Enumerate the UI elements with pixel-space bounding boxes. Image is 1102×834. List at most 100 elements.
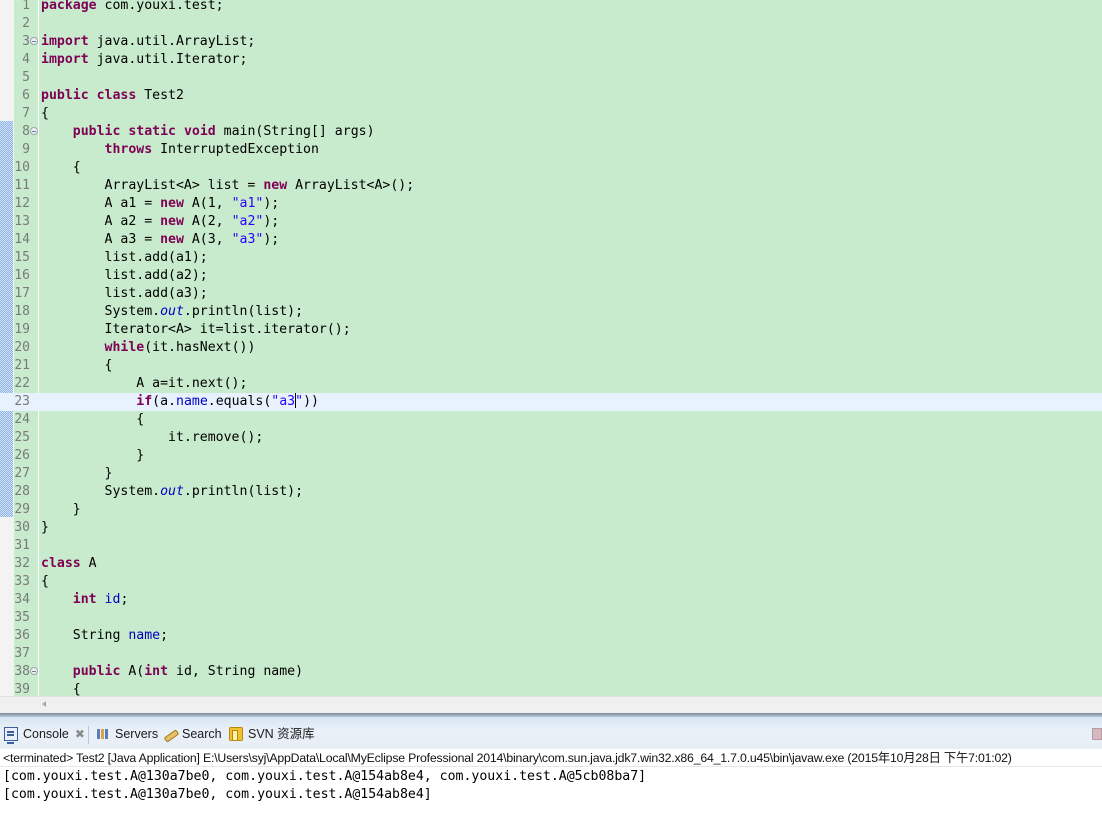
- code-line[interactable]: 12 A a1 = new A(1, "a1");: [0, 195, 1102, 213]
- servers-icon: [96, 727, 110, 741]
- line-number: 14: [14, 232, 30, 247]
- code-line[interactable]: 20 while(it.hasNext()): [0, 339, 1102, 357]
- line-number: 24: [14, 412, 30, 427]
- line-number: 39: [14, 682, 30, 696]
- code-text: Iterator<A> it=list.iterator();: [41, 322, 351, 337]
- line-number: 2: [22, 16, 30, 31]
- line-number: 38: [14, 664, 30, 679]
- fold-collapse-icon[interactable]: [30, 667, 38, 675]
- line-number: 26: [14, 448, 30, 463]
- code-line[interactable]: 34 int id;: [0, 591, 1102, 609]
- code-line[interactable]: 2: [0, 15, 1102, 33]
- code-line[interactable]: 25 it.remove();: [0, 429, 1102, 447]
- code-line[interactable]: 30}: [0, 519, 1102, 537]
- line-number: 4: [22, 52, 30, 67]
- code-line[interactable]: 36 String name;: [0, 627, 1102, 645]
- code-token-static: out: [160, 484, 184, 499]
- code-line[interactable]: 8 public static void main(String[] args): [0, 123, 1102, 141]
- code-line[interactable]: 27 }: [0, 465, 1102, 483]
- code-line[interactable]: 33 {: [0, 573, 1102, 591]
- code-token-str: "a2": [231, 214, 264, 229]
- code-editor[interactable]: 1 package com.youxi.test; 2 3 import java.ut…: [0, 0, 1102, 696]
- code-line[interactable]: 37: [0, 645, 1102, 663]
- code-line[interactable]: 1 package com.youxi.test;: [0, 0, 1102, 15]
- code-line[interactable]: 35: [0, 609, 1102, 627]
- line-number: 18: [14, 304, 30, 319]
- view-toolbar-button[interactable]: [1092, 728, 1102, 740]
- line-number: 5: [22, 70, 30, 85]
- console-process-status: <terminated> Test2 [Java Application] E:…: [0, 749, 1102, 767]
- code-text: System.out.println(list);: [41, 484, 304, 499]
- code-line[interactable]: 4 import java.util.Iterator;: [0, 51, 1102, 69]
- line-number: 15: [14, 250, 30, 265]
- code-line[interactable]: 7{: [0, 105, 1102, 123]
- code-token-kw: import: [41, 52, 89, 67]
- tab-search[interactable]: Search: [163, 725, 222, 743]
- code-token-kw: static: [128, 124, 176, 139]
- code-line[interactable]: 24 {: [0, 411, 1102, 429]
- tab-console[interactable]: Console ✖: [4, 725, 85, 744]
- code-line[interactable]: 15 list.add(a1);: [0, 249, 1102, 267]
- code-line[interactable]: 14 A a3 = new A(3, "a3");: [0, 231, 1102, 249]
- code-line[interactable]: 16 list.add(a2);: [0, 267, 1102, 285]
- code-token-kw: new: [160, 214, 184, 229]
- horizontal-scrollbar[interactable]: [0, 696, 1102, 714]
- code-token-field: name: [176, 394, 208, 409]
- code-line[interactable]: 31: [0, 537, 1102, 555]
- svn-repository-icon: [229, 727, 243, 741]
- code-token-kw: new: [263, 178, 288, 193]
- line-number: 35: [14, 610, 30, 625]
- fold-collapse-icon[interactable]: [30, 37, 38, 45]
- tab-servers[interactable]: Servers: [96, 725, 158, 743]
- line-number: 10: [14, 160, 30, 175]
- code-line[interactable]: 17 list.add(a3);: [0, 285, 1102, 303]
- code-text: if(a.name.equals("a3")): [136, 393, 319, 409]
- code-line[interactable]: 3 import java.util.ArrayList;: [0, 33, 1102, 51]
- code-text: }: [41, 448, 145, 463]
- code-text: System.out.println(list);: [41, 304, 304, 319]
- code-line[interactable]: 18 System.out.println(list);: [0, 303, 1102, 321]
- code-token-kw: public: [72, 664, 121, 679]
- code-line[interactable]: 6 public class Test2: [0, 87, 1102, 105]
- scroll-left-arrow-icon[interactable]: [42, 701, 46, 707]
- line-number: 13: [14, 214, 30, 229]
- code-token-kw: class: [96, 88, 137, 103]
- line-number: 23: [14, 394, 30, 409]
- code-token-kw: new: [160, 232, 184, 247]
- code-text: package com.youxi.test;: [41, 0, 224, 13]
- line-number: 19: [14, 322, 30, 337]
- code-text: public class Test2: [41, 88, 184, 103]
- tab-svn-repository[interactable]: SVN 资源库: [229, 725, 315, 743]
- fold-collapse-icon[interactable]: [30, 127, 38, 135]
- code-token-str: "a1": [231, 196, 264, 211]
- code-line[interactable]: 19 Iterator<A> it=list.iterator();: [0, 321, 1102, 339]
- code-line[interactable]: 22 A a=it.next();: [0, 375, 1102, 393]
- code-text: {: [41, 682, 81, 696]
- close-icon[interactable]: ✖: [75, 725, 85, 743]
- console-output-line: [com.youxi.test.A@130a7be0, com.youxi.te…: [3, 769, 647, 784]
- code-text: list.add(a1);: [41, 250, 208, 265]
- line-number: 17: [14, 286, 30, 301]
- code-line[interactable]: 39 {: [0, 681, 1102, 696]
- line-number: 9: [22, 142, 30, 157]
- line-number: 20: [14, 340, 30, 355]
- code-line[interactable]: 9 throws InterruptedException: [0, 141, 1102, 159]
- code-line[interactable]: 26 }: [0, 447, 1102, 465]
- code-line[interactable]: 29 }: [0, 501, 1102, 519]
- code-text: list.add(a2);: [41, 268, 208, 283]
- code-text: String name;: [41, 628, 169, 643]
- code-line[interactable]: 21 {: [0, 357, 1102, 375]
- code-line[interactable]: 13 A a2 = new A(2, "a2");: [0, 213, 1102, 231]
- line-number: 21: [14, 358, 30, 373]
- code-line[interactable]: 11 ArrayList<A> list = new ArrayList<A>(…: [0, 177, 1102, 195]
- code-token-kw: class: [41, 556, 81, 571]
- code-line[interactable]: 28 System.out.println(list);: [0, 483, 1102, 501]
- current-code-line[interactable]: 23 if(a.name.equals("a3")): [0, 393, 1102, 411]
- console-output[interactable]: [com.youxi.test.A@130a7be0, com.youxi.te…: [0, 768, 1102, 834]
- tab-svn-label: SVN 资源库: [248, 727, 315, 741]
- code-line[interactable]: 10 {: [0, 159, 1102, 177]
- line-number: 1: [22, 0, 30, 13]
- code-line[interactable]: 38 public A(int id, String name): [0, 663, 1102, 681]
- code-line[interactable]: 32 class A: [0, 555, 1102, 573]
- code-line[interactable]: 5: [0, 69, 1102, 87]
